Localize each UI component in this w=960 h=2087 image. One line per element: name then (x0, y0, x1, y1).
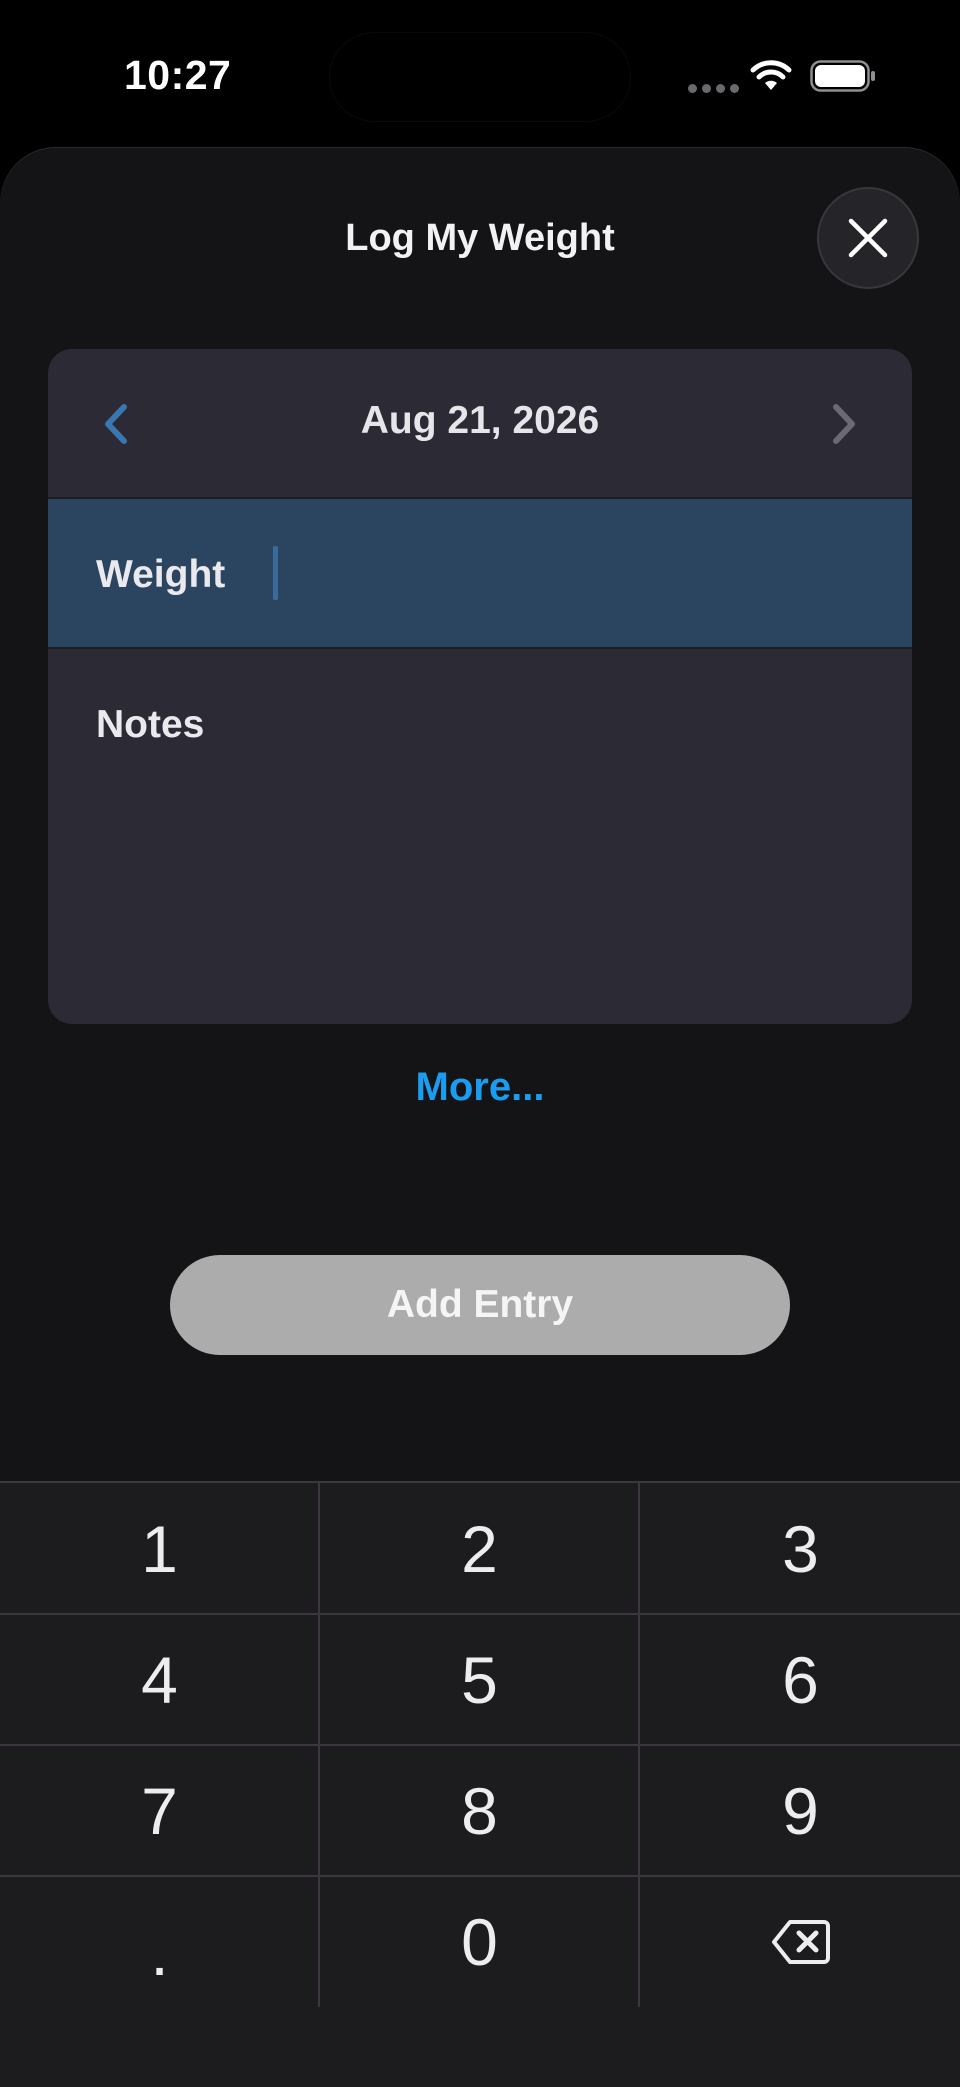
key-5[interactable]: 5 (320, 1614, 639, 1745)
key-3[interactable]: 3 (641, 1483, 960, 1614)
key-2[interactable]: 2 (320, 1483, 639, 1614)
close-button[interactable] (817, 187, 919, 289)
weight-input[interactable] (272, 539, 876, 605)
entry-card: Aug 21, 2026 Weight Notes (48, 349, 912, 1024)
add-entry-button[interactable]: Add Entry (170, 1255, 790, 1355)
close-icon (848, 218, 888, 258)
keypad-divider (0, 1744, 960, 1746)
key-decimal[interactable]: . (0, 1876, 319, 2007)
date-navigator: Aug 21, 2026 (48, 349, 912, 499)
key-0[interactable]: 0 (320, 1876, 639, 2007)
sheet-title: Log My Weight (345, 217, 615, 259)
dynamic-island (330, 33, 630, 121)
key-backspace[interactable] (641, 1876, 960, 2007)
more-link[interactable]: More... (0, 1065, 960, 1110)
status-bar: 10:27 (0, 0, 960, 150)
battery-icon (810, 60, 875, 92)
status-time: 10:27 (124, 52, 232, 98)
notes-row[interactable]: Notes (48, 649, 912, 1024)
numeric-keypad: 1 2 3 4 5 6 7 8 9 . 0 (0, 1481, 960, 2087)
notes-label: Notes (96, 703, 205, 746)
weight-row[interactable]: Weight (48, 499, 912, 649)
key-8[interactable]: 8 (320, 1745, 639, 1876)
weight-label: Weight (96, 553, 226, 596)
date-label[interactable]: Aug 21, 2026 (48, 399, 912, 443)
backspace-icon (771, 1919, 830, 1964)
keypad-divider (0, 1875, 960, 1877)
key-4[interactable]: 4 (0, 1614, 319, 1745)
key-9[interactable]: 9 (641, 1745, 960, 1876)
chevron-right-icon[interactable] (824, 399, 864, 449)
key-7[interactable]: 7 (0, 1745, 319, 1876)
keypad-divider (0, 1613, 960, 1615)
cellular-signal-icon (688, 84, 739, 93)
wifi-icon (750, 60, 792, 90)
key-6[interactable]: 6 (641, 1614, 960, 1745)
key-1[interactable]: 1 (0, 1483, 319, 1614)
